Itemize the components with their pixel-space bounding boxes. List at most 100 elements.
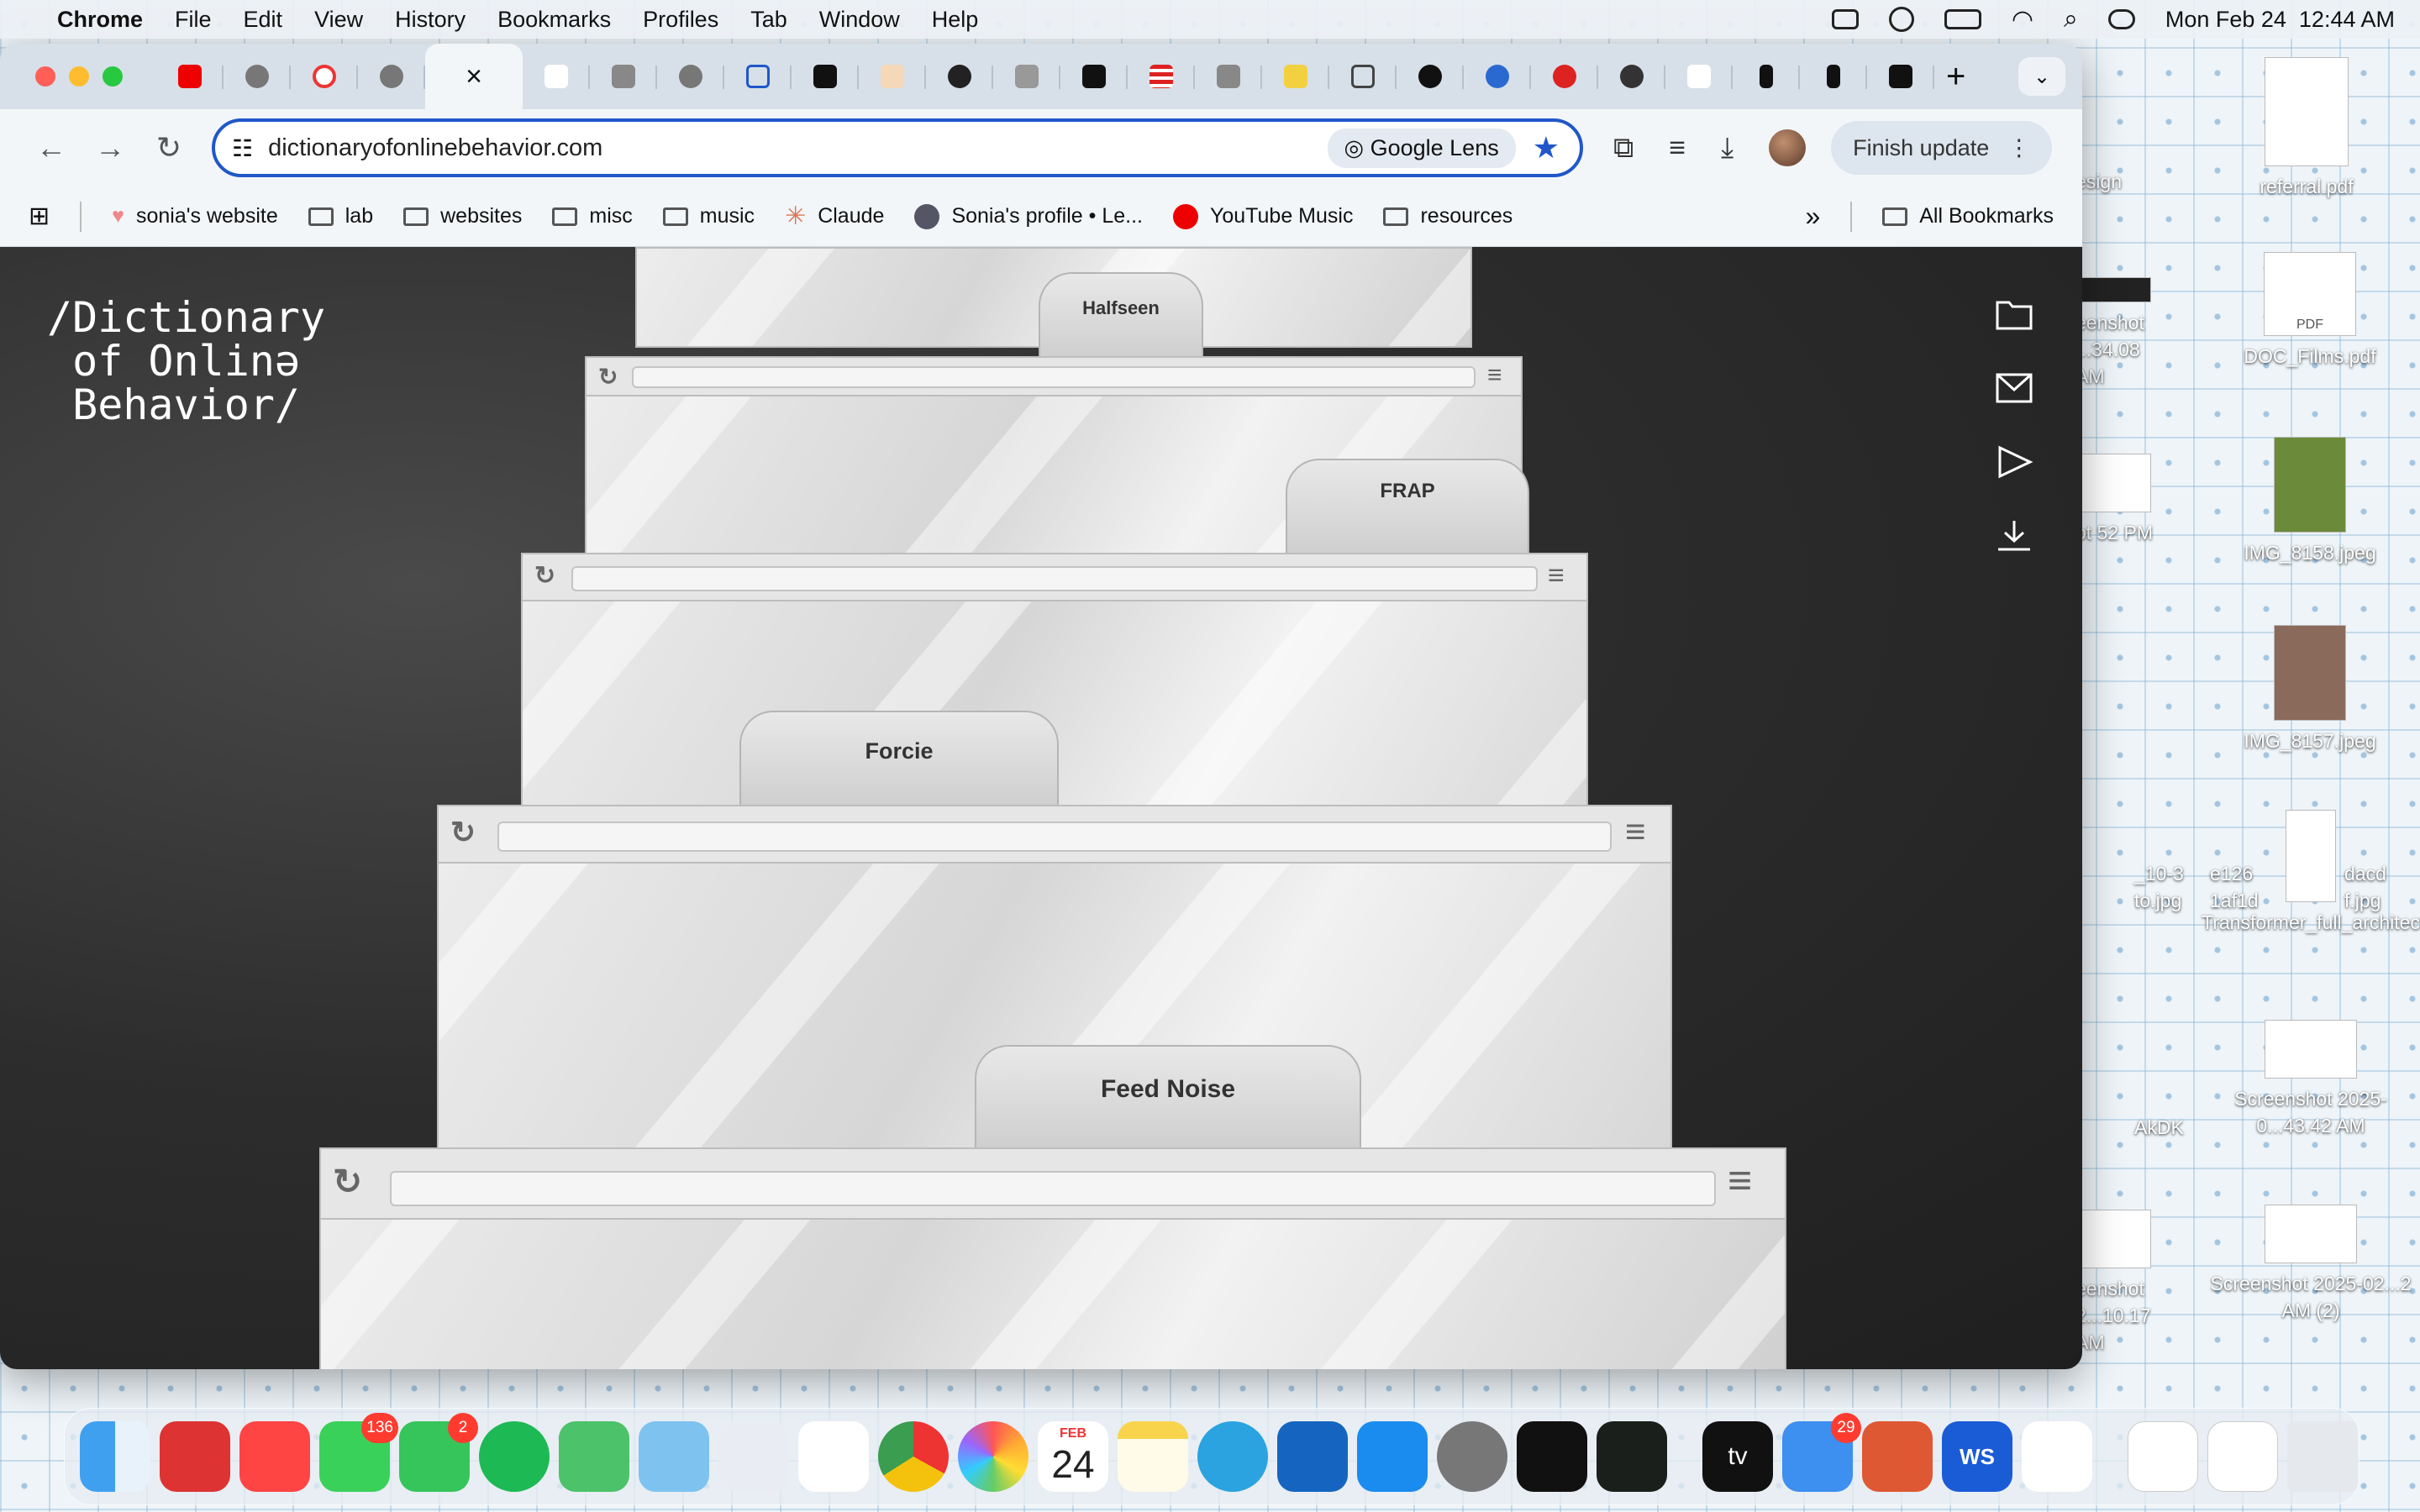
desktop-file[interactable]: IMG_8157.jpeg bbox=[2238, 625, 2381, 754]
screen-mirror-icon[interactable] bbox=[1831, 9, 1859, 29]
bookmark-folder[interactable]: misc bbox=[552, 204, 633, 228]
app-store-icon[interactable] bbox=[1357, 1421, 1428, 1492]
activity-monitor-icon[interactable] bbox=[1597, 1421, 1667, 1492]
desktop-file[interactable]: referral.pdf bbox=[2235, 57, 2378, 200]
site-title[interactable]: /Dictionary of Onlinə Behavior/ bbox=[47, 296, 325, 427]
tab[interactable] bbox=[1397, 44, 1464, 109]
notes-icon[interactable] bbox=[1118, 1421, 1188, 1492]
bookmark-folder[interactable]: websites bbox=[403, 204, 522, 228]
tab[interactable] bbox=[1531, 44, 1598, 109]
apple-tv-icon[interactable]: tv bbox=[1702, 1421, 1773, 1492]
desktop-file[interactable]: IMG_8158.jpeg bbox=[2238, 437, 2381, 566]
find-my-icon[interactable] bbox=[559, 1421, 629, 1492]
tab[interactable] bbox=[1128, 44, 1195, 109]
webstorm-icon[interactable]: WS bbox=[1942, 1421, 2012, 1492]
maps-icon[interactable] bbox=[639, 1421, 709, 1492]
all-bookmarks-button[interactable]: All Bookmarks bbox=[1882, 204, 2054, 228]
url-text[interactable]: dictionaryofonlinebehavior.com bbox=[268, 134, 602, 162]
outlook-icon[interactable] bbox=[1277, 1421, 1348, 1492]
tab[interactable] bbox=[1733, 44, 1800, 109]
bookmark-folder[interactable]: lab bbox=[308, 204, 373, 228]
menu-edit[interactable]: Edit bbox=[244, 7, 283, 33]
menu-bookmarks[interactable]: Bookmarks bbox=[497, 7, 611, 33]
duckduckgo-icon[interactable] bbox=[1862, 1421, 1933, 1492]
address-bar[interactable]: ☷ dictionaryofonlinebehavior.com ◎ Googl… bbox=[212, 118, 1583, 177]
desktop-file[interactable]: PDF DOC_Films.pdf bbox=[2238, 252, 2381, 370]
menu-view[interactable]: View bbox=[314, 7, 363, 33]
control-center-icon[interactable] bbox=[2107, 9, 2135, 29]
bookmark-folder[interactable]: resources bbox=[1383, 204, 1512, 228]
desktop-file-partial[interactable]: ot 52 PM bbox=[2075, 454, 2168, 546]
freeform-icon[interactable] bbox=[2022, 1421, 2092, 1492]
menu-tab[interactable]: Tab bbox=[750, 7, 787, 33]
battery-icon[interactable] bbox=[1944, 9, 1981, 29]
desktop-file-partial[interactable]: dacd f.jpg bbox=[2344, 860, 2412, 914]
google-lens-button[interactable]: ◎ Google Lens bbox=[1327, 128, 1516, 168]
system-settings-icon[interactable] bbox=[1437, 1421, 1507, 1492]
bookmark-star-icon[interactable]: ★ bbox=[1533, 130, 1560, 165]
tab[interactable] bbox=[724, 44, 792, 109]
photos-icon[interactable] bbox=[958, 1421, 1028, 1492]
tab[interactable] bbox=[156, 44, 224, 109]
stack-tab-halfseen[interactable]: Halfseen bbox=[1039, 272, 1203, 356]
site-info-icon[interactable]: ☷ bbox=[232, 134, 253, 162]
menu-help[interactable]: Help bbox=[932, 7, 979, 33]
close-tab-icon[interactable]: × bbox=[466, 60, 482, 93]
telegram-icon[interactable] bbox=[1197, 1421, 1268, 1492]
bookmark-item[interactable]: ♥ sonia's website bbox=[112, 204, 278, 228]
download-icon[interactable] bbox=[1995, 519, 2033, 553]
extensions-icon[interactable]: ⧉ bbox=[1613, 132, 1634, 165]
tab[interactable] bbox=[859, 44, 926, 109]
messages-icon[interactable]: 136 bbox=[319, 1413, 398, 1492]
mail-icon[interactable]: 29 bbox=[1782, 1413, 1861, 1492]
back-button[interactable]: ← bbox=[22, 130, 81, 165]
trash-icon[interactable] bbox=[2287, 1421, 2358, 1492]
folder-icon[interactable] bbox=[1995, 297, 2033, 331]
play-icon[interactable] bbox=[1995, 445, 2033, 479]
music-icon[interactable] bbox=[239, 1421, 310, 1492]
bookmark-item[interactable]: YouTube Music bbox=[1172, 203, 1353, 229]
desktop-file-partial[interactable]: esign bbox=[2075, 168, 2168, 195]
desktop-file-partial[interactable]: AkDK bbox=[2134, 1114, 2202, 1141]
forward-button[interactable]: → bbox=[81, 130, 139, 165]
stack-tab-forcie[interactable]: Forcie bbox=[739, 711, 1059, 805]
recent-document-icon[interactable] bbox=[2207, 1421, 2278, 1492]
menu-app-name[interactable]: Chrome bbox=[57, 7, 143, 33]
tab[interactable] bbox=[1060, 44, 1128, 109]
tab[interactable] bbox=[1867, 44, 1934, 109]
tab[interactable] bbox=[657, 44, 724, 109]
tab[interactable] bbox=[523, 44, 590, 109]
menu-window[interactable]: Window bbox=[819, 7, 900, 33]
tab[interactable] bbox=[224, 44, 291, 109]
wifi-icon[interactable]: ◠ bbox=[2012, 5, 2033, 34]
apps-grid-icon[interactable]: ⊞ bbox=[29, 202, 50, 231]
launchpad-icon[interactable] bbox=[718, 1421, 789, 1492]
tab[interactable] bbox=[1329, 44, 1397, 109]
reload-button[interactable]: ↻ bbox=[139, 130, 198, 165]
finish-update-button[interactable]: Finish update ⋮ bbox=[1831, 121, 2053, 175]
desktop-file-partial[interactable]: _10-3 to.jpg bbox=[2134, 860, 2185, 914]
tab-search-button[interactable]: ⌄ bbox=[2018, 57, 2065, 96]
menu-history[interactable]: History bbox=[395, 7, 466, 33]
tab[interactable] bbox=[291, 44, 358, 109]
more-options-icon[interactable]: ⋮ bbox=[2007, 135, 2030, 161]
now-playing-icon[interactable] bbox=[1888, 7, 1914, 32]
minimize-window-button[interactable] bbox=[69, 66, 89, 87]
tab-active[interactable]: × bbox=[425, 44, 523, 109]
menubar-clock[interactable]: Mon Feb 24 12:44 AM bbox=[2165, 7, 2395, 33]
tab[interactable] bbox=[1800, 44, 1867, 109]
media-controls-icon[interactable]: ≡ bbox=[1669, 132, 1686, 165]
tab[interactable] bbox=[792, 44, 859, 109]
desktop-file-partial[interactable]: e126 1af1d bbox=[2210, 860, 2277, 914]
desktop-file-partial[interactable]: eenshot ...34.08 AM bbox=[2075, 277, 2168, 390]
bookmark-item[interactable]: Sonia's profile • Le... bbox=[914, 203, 1143, 229]
tab[interactable] bbox=[590, 44, 657, 109]
desktop-file-partial[interactable]: eenshot 2...10.17 AM bbox=[2075, 1210, 2168, 1356]
stack-tab-frap[interactable]: FRAP bbox=[1286, 459, 1529, 553]
downloads-icon[interactable]: ⤓ bbox=[1721, 132, 1733, 165]
search-icon[interactable]: ⌕ bbox=[2064, 5, 2078, 34]
slack-icon[interactable] bbox=[798, 1421, 869, 1492]
mail-icon[interactable] bbox=[1995, 371, 2033, 405]
tab[interactable] bbox=[1598, 44, 1665, 109]
spotify-icon[interactable] bbox=[479, 1421, 550, 1492]
